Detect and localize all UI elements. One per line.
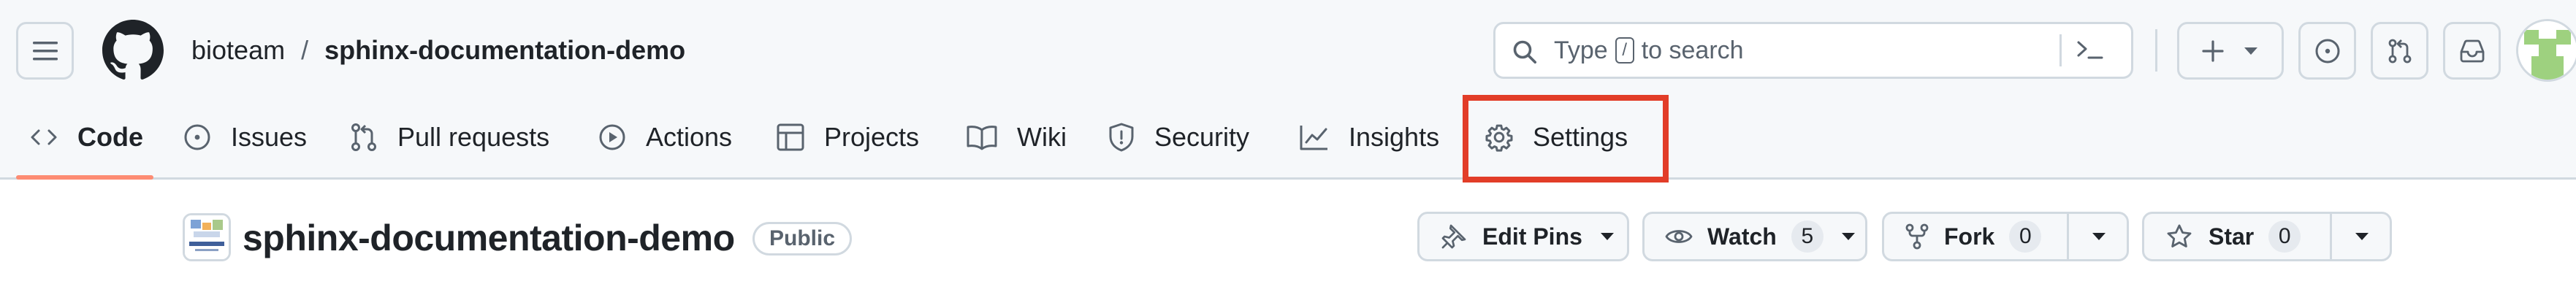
tab-label: Actions [646, 122, 733, 152]
user-avatar-icon [2518, 21, 2576, 80]
play-icon [599, 124, 625, 150]
tab-label: Pull requests [397, 122, 550, 152]
graph-icon [1300, 126, 1327, 150]
bioteam-logo-icon [185, 215, 229, 259]
search-suffix: to search [1641, 36, 1744, 64]
pin-icon [1441, 224, 1466, 249]
chevron-down-icon [2355, 233, 2369, 240]
command-palette-icon[interactable] [2076, 37, 2105, 64]
tab-label: Code [77, 122, 143, 152]
inbox-icon [2460, 39, 2484, 62]
inbox-button[interactable] [2443, 22, 2501, 80]
star-dropdown-button[interactable] [2332, 214, 2392, 259]
fork-label: Fork [1944, 223, 1995, 250]
star-label: Star [2209, 223, 2255, 250]
tab-pull-requests[interactable]: Pull requests [349, 110, 549, 165]
watch-button[interactable]: Watch 5 [1642, 212, 1867, 261]
search-shortcut-key: / [1615, 37, 1634, 64]
repo-owner-avatar [183, 213, 231, 261]
breadcrumb: bioteam / sphinx-documentation-demo [191, 32, 685, 69]
code-icon [31, 129, 57, 145]
issue-opened-icon [2315, 39, 2339, 63]
eye-icon [1665, 230, 1693, 243]
global-header: bioteam / sphinx-documentation-demo Type /… [0, 0, 2576, 182]
owner-link[interactable]: bioteam [191, 35, 285, 65]
star-icon [2167, 224, 2192, 247]
search-placeholder: Type / to search [1554, 24, 1744, 77]
star-button-group: Star 0 [2142, 212, 2392, 261]
tab-actions[interactable]: Actions [598, 110, 732, 165]
tab-wiki[interactable]: Wiki [966, 110, 1067, 165]
pull-requests-button[interactable] [2371, 22, 2428, 80]
header-divider [2155, 29, 2157, 72]
tab-insights[interactable]: Insights [1299, 110, 1439, 165]
fork-count: 0 [2009, 220, 2042, 253]
plus-icon [2202, 39, 2224, 62]
tab-projects[interactable]: Projects [776, 110, 919, 165]
repo-name-link[interactable]: sphinx-documentation-demo [324, 35, 685, 65]
tab-label: Security [1154, 122, 1250, 152]
chevron-down-icon [1600, 233, 1614, 240]
table-icon [777, 123, 804, 151]
github-logo-icon[interactable] [102, 20, 164, 81]
search-prefix: Type [1554, 36, 1608, 64]
search-input[interactable]: Type / to search [1493, 22, 2133, 79]
pull-request-icon [2388, 39, 2411, 63]
fork-dropdown-button[interactable] [2069, 214, 2129, 259]
star-count: 0 [2268, 220, 2301, 253]
repo-forked-icon [1905, 223, 1929, 250]
watch-label: Watch [1707, 223, 1777, 250]
tab-label: Projects [824, 122, 920, 152]
edit-pins-label: Edit Pins [1482, 223, 1582, 250]
visibility-badge: Public [752, 222, 853, 256]
menu-button[interactable] [16, 22, 74, 80]
tab-issues[interactable]: Issues [183, 110, 307, 165]
repo-title[interactable]: sphinx-documentation-demo [243, 216, 735, 260]
tab-label: Insights [1349, 122, 1440, 152]
hamburger-icon [32, 41, 58, 60]
create-new-button[interactable] [2177, 22, 2284, 80]
shield-icon [1109, 123, 1134, 152]
settings-highlight-box [1463, 95, 1669, 182]
issue-icon [184, 124, 210, 150]
search-icon [1513, 40, 1537, 64]
tab-security[interactable]: Security [1108, 110, 1249, 165]
avatar[interactable] [2516, 19, 2576, 82]
issues-button[interactable] [2298, 22, 2356, 80]
watch-count: 5 [1791, 220, 1824, 253]
active-tab-indicator [16, 175, 153, 180]
tab-code[interactable]: Code [29, 110, 143, 165]
pull-request-icon [351, 123, 376, 151]
fork-button-group: Fork 0 [1882, 212, 2129, 261]
chevron-down-icon [1841, 233, 1855, 240]
breadcrumb-separator: / [301, 35, 309, 65]
tab-label: Wiki [1017, 122, 1067, 152]
book-icon [967, 126, 997, 150]
star-button[interactable]: Star 0 [2144, 214, 2330, 259]
search-divider [2059, 34, 2062, 66]
tab-label: Issues [231, 122, 308, 152]
edit-pins-button[interactable]: Edit Pins [1417, 212, 1629, 261]
chevron-down-icon [2244, 47, 2257, 55]
chevron-down-icon [2092, 233, 2106, 240]
fork-button[interactable]: Fork 0 [1884, 214, 2067, 259]
